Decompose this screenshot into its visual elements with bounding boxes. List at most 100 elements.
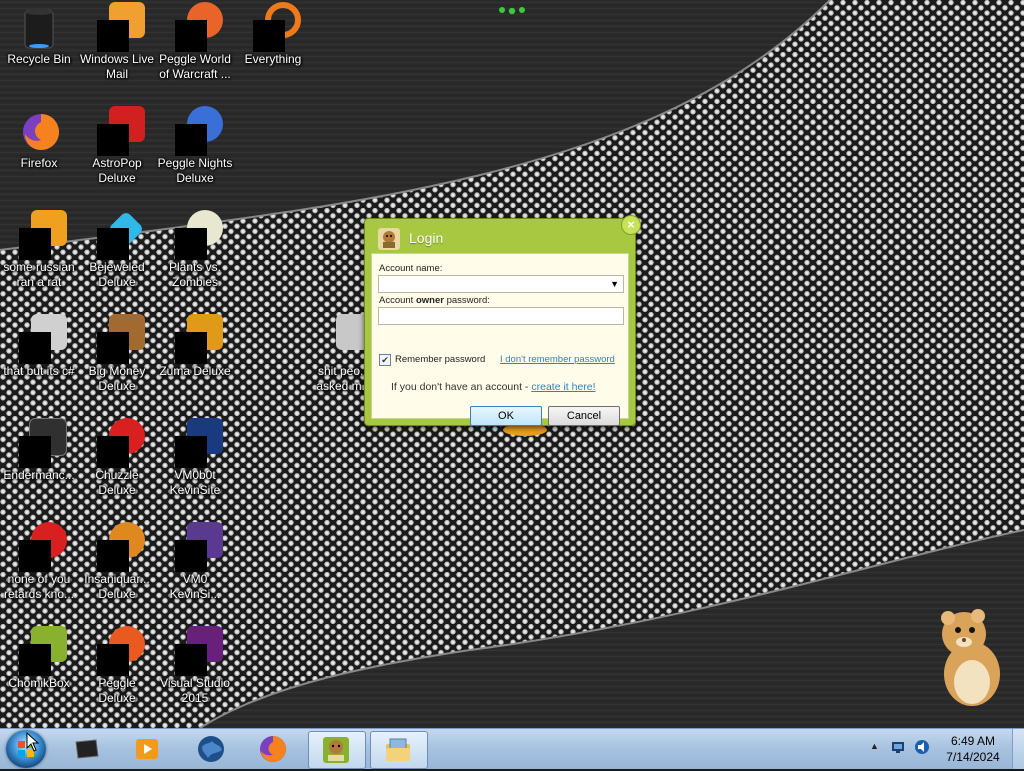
ok-button[interactable]: OK	[470, 406, 542, 426]
clock-date: 7/14/2024	[946, 750, 1000, 764]
bejeweled-icon	[97, 210, 145, 260]
zuma-icon	[175, 314, 223, 364]
chomikbox-icon	[323, 737, 349, 763]
show-hidden-icons-button[interactable]: ▲	[870, 741, 879, 751]
desktop-icon-vm0[interactable]: VM0 KevinSi...	[156, 520, 234, 620]
icon-label: Peggle Nights Deluxe	[157, 156, 233, 185]
icon-label: none of you retards kno...	[3, 572, 75, 601]
astropop-icon	[97, 106, 145, 156]
close-button[interactable]: ×	[621, 215, 641, 235]
icon-label: ChomikBox	[8, 676, 70, 690]
forgot-password-link[interactable]: I don't remember password	[500, 354, 615, 365]
dark-app-icon	[75, 739, 99, 759]
icon-label: VM0b0t KevinSite	[169, 468, 221, 497]
taskbar-button-media-player[interactable]	[120, 731, 176, 767]
document-icon	[324, 314, 372, 358]
signup-text: If you don't have an account -	[391, 381, 532, 393]
plants-vs-zombies-icon	[175, 210, 223, 260]
desktop-icon-bejeweled[interactable]: Bejeweled Deluxe	[78, 208, 156, 308]
icon-label: Peggle Deluxe	[98, 676, 136, 705]
icon-label: that but its c#	[3, 364, 75, 378]
desktop-icon-windows-live-mail[interactable]: Windows Live Mail	[78, 0, 156, 100]
icon-label: Big Money Deluxe	[88, 364, 146, 393]
desktop-icon-recycle-bin[interactable]: Recycle Bin	[0, 0, 78, 100]
desktop-icon-visual-studio[interactable]: Visual Studio 2015	[156, 624, 234, 724]
desktop-icon-peggle-deluxe[interactable]: Peggle Deluxe	[78, 624, 156, 724]
icon-label: Chuzzle Deluxe	[95, 468, 139, 497]
desktop-icon-zuma[interactable]: Zuma Deluxe	[156, 312, 234, 412]
shortcut-icon	[19, 522, 67, 572]
login-dialog: Login × Account name: ▼ Account owner pa…	[364, 215, 641, 426]
dialog-title: Login	[409, 230, 444, 246]
taskbar-button-chomikbox[interactable]	[308, 731, 366, 769]
insaniquarium-icon	[97, 522, 145, 572]
endermanch-icon	[19, 418, 67, 468]
remember-password-checkbox[interactable]: ✔	[379, 354, 391, 366]
desktop-icon-everything[interactable]: Everything	[234, 0, 312, 100]
password-field[interactable]	[378, 307, 624, 325]
icon-label: Zuma Deluxe	[159, 364, 231, 378]
icon-label: Recycle Bin	[7, 52, 71, 66]
peggle-wow-icon	[175, 2, 223, 52]
vm-icon	[175, 418, 223, 468]
desktop-icon-vm0b0t[interactable]: VM0b0t KevinSite	[156, 416, 234, 516]
create-account-link[interactable]: create it here!	[531, 381, 595, 393]
wallpaper-green-lights	[499, 7, 525, 15]
clock-time: 6:49 AM	[950, 734, 996, 748]
dropdown-arrow-icon[interactable]: ▼	[610, 279, 619, 289]
show-desktop-button[interactable]	[1012, 729, 1024, 769]
icon-label: Firefox	[20, 156, 58, 170]
globe-icon	[198, 736, 224, 762]
account-name-label: Account name:	[379, 263, 443, 274]
signup-prompt: If you don't have an account - create it…	[391, 381, 596, 393]
desktop-icon-peggle-nights[interactable]: Peggle Nights Deluxe	[156, 104, 234, 204]
media-player-icon	[136, 739, 158, 759]
document-icon	[19, 314, 67, 364]
system-clock[interactable]: 6:49 AM 7/14/2024	[930, 733, 1016, 765]
cancel-button[interactable]: Cancel	[548, 406, 620, 426]
desktop-icon-that-but-csharp[interactable]: that but its c#	[0, 312, 78, 412]
desktop-icon-insaniquarium[interactable]: Insaniquar... Deluxe	[78, 520, 156, 620]
desktop-icon-peggle-wow[interactable]: Peggle World of Warcraft ...	[156, 0, 234, 100]
icon-label: Everything	[244, 52, 302, 66]
icon-label: Bejeweled Deluxe	[89, 260, 145, 289]
taskbar-button-explorer[interactable]	[370, 731, 428, 769]
icon-label: Endermanc...	[3, 468, 75, 482]
visual-studio-icon	[175, 626, 223, 676]
icon-label: Peggle World of Warcraft ...	[159, 52, 231, 81]
network-icon[interactable]	[890, 739, 906, 755]
desktop-icon-firefox[interactable]: Firefox	[0, 104, 78, 204]
desktop-icon-chuzzle[interactable]: Chuzzle Deluxe	[78, 416, 156, 516]
desktop-icon-none-of-you[interactable]: none of you retards kno...	[0, 520, 78, 620]
firefox-icon	[19, 110, 59, 150]
vm-icon	[175, 522, 223, 572]
taskbar-button-dark-app[interactable]	[60, 731, 116, 767]
desktop-icon-endermanch[interactable]: Endermanc...	[0, 416, 78, 516]
everything-icon	[253, 2, 301, 52]
desktop-icon-russian-rat[interactable]: some russian ran a rat	[0, 208, 78, 308]
icon-label: Plants vs. Zombies	[168, 260, 222, 289]
close-icon: ×	[627, 217, 635, 232]
icon-label: VM0 KevinSi...	[169, 572, 221, 601]
volume-icon[interactable]	[914, 739, 930, 755]
login-form: Account name: ▼ Account owner password: …	[371, 253, 629, 426]
desktop-icon-chomikbox[interactable]: ChomikBox	[0, 624, 78, 724]
icon-label: AstroPop Deluxe	[92, 156, 142, 185]
remember-password-label[interactable]: Remember password	[395, 354, 485, 365]
icon-label: some russian ran a rat	[3, 260, 75, 289]
taskbar-button-globe[interactable]	[184, 731, 240, 767]
account-name-combobox[interactable]: ▼	[378, 275, 624, 293]
windows-explorer-icon	[386, 738, 410, 761]
desktop-icon-big-money[interactable]: Big Money Deluxe	[78, 312, 156, 412]
desktop-icon-plants-vs-zombies[interactable]: Plants vs. Zombies	[156, 208, 234, 308]
taskbar-button-firefox[interactable]	[246, 731, 302, 767]
checkmark-icon: ✔	[381, 355, 389, 365]
desktop-icon-astropop[interactable]: AstroPop Deluxe	[78, 104, 156, 204]
recycle-bin-icon	[19, 6, 59, 49]
taskbar: ▲ 6:49 AM 7/14/2024	[0, 728, 1024, 769]
document-icon	[19, 210, 67, 260]
password-label: Account owner password:	[379, 295, 490, 306]
hamster-desktop-gadget[interactable]	[934, 604, 1010, 708]
firefox-icon	[260, 736, 286, 762]
mouse-cursor-icon	[26, 732, 40, 752]
